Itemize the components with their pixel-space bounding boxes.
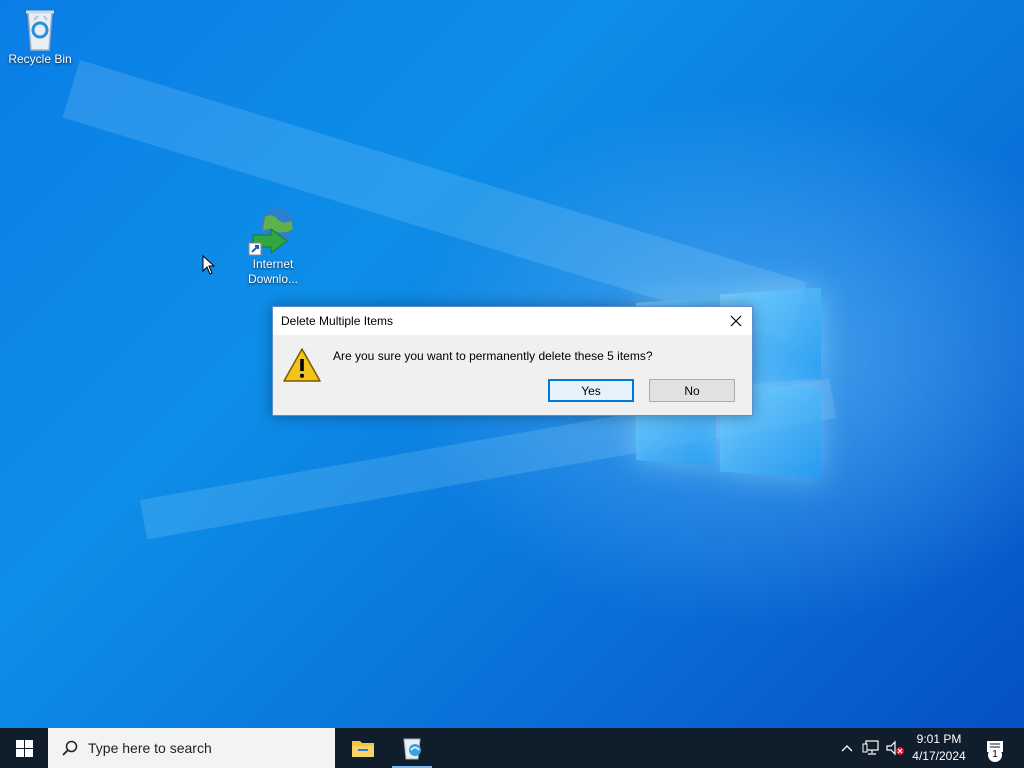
- clock-date: 4/17/2024: [912, 749, 966, 763]
- close-button[interactable]: [720, 307, 752, 335]
- dialog-title: Delete Multiple Items: [281, 314, 394, 328]
- taskbar-app-recycle-bin[interactable]: [388, 728, 436, 768]
- folder-icon: [352, 741, 374, 757]
- recycle-bin-icon: [26, 10, 54, 51]
- dialog-message: Are you sure you want to permanently del…: [333, 349, 653, 363]
- start-button[interactable]: [0, 728, 48, 768]
- desktop-icon-label: Recycle Bin: [8, 52, 72, 66]
- desktop-icon-recycle-bin[interactable]: Recycle Bin: [0, 6, 80, 67]
- chevron-up-icon: [841, 745, 853, 752]
- taskbar-search-box[interactable]: Type here to search: [48, 728, 335, 768]
- warning-icon: [283, 348, 321, 382]
- mouse-cursor-icon: [202, 255, 216, 275]
- clock-time: 9:01 PM: [916, 732, 962, 746]
- network-status-button[interactable]: [860, 728, 882, 768]
- close-icon: [730, 315, 742, 327]
- dialog-body: Are you sure you want to permanently del…: [273, 335, 752, 415]
- network-icon: [862, 740, 879, 755]
- no-button[interactable]: No: [649, 379, 735, 402]
- volume-muted-icon: [886, 740, 904, 756]
- show-hidden-icons-button[interactable]: [838, 728, 856, 768]
- taskbar: Type here to search 9:01 PM 4/17/2024 1: [0, 728, 1024, 768]
- search-icon: [62, 740, 78, 756]
- dialog-titlebar[interactable]: Delete Multiple Items: [273, 307, 752, 335]
- volume-button[interactable]: [884, 728, 906, 768]
- notification-count-badge: 1: [988, 748, 1002, 762]
- windows-logo-icon: [15, 739, 33, 757]
- globe-download-icon: [248, 208, 294, 256]
- taskbar-clock[interactable]: 9:01 PM 4/17/2024: [905, 728, 973, 768]
- taskbar-app-file-explorer[interactable]: [339, 728, 387, 768]
- search-placeholder: Type here to search: [88, 740, 212, 756]
- delete-confirmation-dialog: Delete Multiple Items Are you sure you w…: [272, 306, 753, 416]
- desktop-icon-label: Internet Downlo...: [247, 257, 299, 286]
- desktop-icon-internet-download-manager[interactable]: Internet Downlo...: [233, 205, 313, 287]
- recycle-bin-icon: [403, 738, 421, 760]
- yes-button[interactable]: Yes: [548, 379, 634, 402]
